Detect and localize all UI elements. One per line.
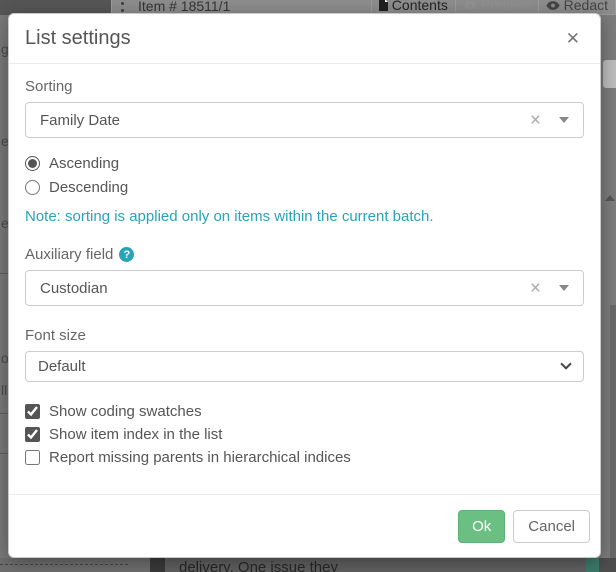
tab-label: Contents	[392, 0, 448, 13]
caret-down-icon[interactable]	[559, 285, 569, 291]
drag-handle-icon	[121, 2, 124, 5]
close-icon[interactable]: ✕	[566, 30, 580, 47]
background-document-area: delivery. One issue they	[165, 558, 586, 572]
auxiliary-dropdown-value: Custodian	[40, 280, 530, 297]
clear-icon[interactable]: ×	[530, 111, 541, 130]
sorting-label: Sorting	[25, 78, 584, 95]
ascending-radio[interactable]	[25, 156, 40, 171]
clear-icon[interactable]: ×	[530, 279, 541, 298]
background-swatch	[150, 558, 165, 572]
clipped-text-fragment: ll	[1, 382, 7, 398]
sort-direction-group: Ascending Descending	[25, 153, 584, 197]
show-item-index-option[interactable]: Show item index in the list	[25, 424, 584, 444]
clipped-text-fragment: o	[1, 350, 8, 366]
font-size-select[interactable]: Default	[25, 351, 584, 382]
report-missing-parents-label[interactable]: Report missing parents in hierarchical i…	[49, 449, 351, 466]
item-number-label: Item # 18511/1	[138, 0, 230, 14]
background-highlight-bar	[586, 558, 599, 572]
divider	[0, 453, 8, 454]
descending-label[interactable]: Descending	[49, 179, 128, 196]
clipped-text-fragment: eg	[1, 133, 8, 149]
clipped-document-text: delivery. One issue they	[179, 559, 338, 572]
show-item-index-label[interactable]: Show item index in the list	[49, 426, 222, 443]
help-icon[interactable]: ?	[119, 247, 134, 262]
caret-down-icon[interactable]	[559, 117, 569, 123]
ok-button[interactable]: Ok	[458, 510, 505, 543]
report-missing-parents-checkbox[interactable]	[25, 450, 40, 465]
dialog-footer: Ok Cancel	[9, 494, 600, 557]
sorting-note: Note: sorting is applied only on items w…	[25, 208, 584, 225]
descending-radio[interactable]	[25, 180, 40, 195]
show-coding-swatches-option[interactable]: Show coding swatches	[25, 401, 584, 421]
sorting-dropdown[interactable]: Family Date ×	[25, 102, 584, 138]
tab-label: Preview	[481, 0, 531, 13]
dialog-header: List settings ✕	[9, 14, 600, 64]
cancel-button[interactable]: Cancel	[513, 510, 590, 543]
divider	[0, 273, 8, 274]
sorting-dropdown-value: Family Date	[40, 112, 530, 129]
dialog-title: List settings	[25, 27, 131, 50]
document-icon	[379, 0, 388, 11]
show-coding-swatches-label[interactable]: Show coding swatches	[49, 403, 202, 420]
background-edge-block	[599, 558, 616, 572]
eye-icon	[546, 0, 560, 11]
divider	[0, 564, 128, 565]
scroll-up-icon	[605, 195, 615, 201]
background-bottom-strip: delivery. One issue they	[0, 558, 616, 572]
list-settings-dialog: List settings ✕ Sorting Family Date × As…	[8, 13, 601, 558]
descending-option[interactable]: Descending	[25, 177, 584, 197]
display-options-group: Show coding swatches Show item index in …	[25, 401, 584, 467]
background-scrollbar	[610, 305, 616, 558]
ascending-option[interactable]: Ascending	[25, 153, 584, 173]
font-size-select-wrap: Default	[25, 351, 584, 382]
show-coding-swatches-checkbox[interactable]	[25, 404, 40, 419]
auxiliary-field-row: Auxiliary field ?	[25, 246, 584, 263]
background-right-edge	[601, 15, 616, 558]
clipped-text-fragment: g	[1, 41, 8, 57]
background-list-edge: g eg e o ll	[0, 15, 8, 558]
report-missing-parents-option[interactable]: Report missing parents in hierarchical i…	[25, 447, 584, 467]
clipped-text-fragment: e	[1, 215, 8, 231]
dialog-body: Sorting Family Date × Ascending Descendi…	[9, 64, 600, 467]
auxiliary-field-label: Auxiliary field	[25, 246, 113, 263]
tab-label: Redact	[564, 0, 608, 13]
ascending-label[interactable]: Ascending	[49, 155, 119, 172]
font-size-label: Font size	[25, 327, 584, 344]
divider	[0, 413, 8, 414]
eye-icon	[463, 0, 477, 11]
show-item-index-checkbox[interactable]	[25, 427, 40, 442]
background-panel-edge	[603, 60, 616, 88]
auxiliary-field-dropdown[interactable]: Custodian ×	[25, 270, 584, 306]
